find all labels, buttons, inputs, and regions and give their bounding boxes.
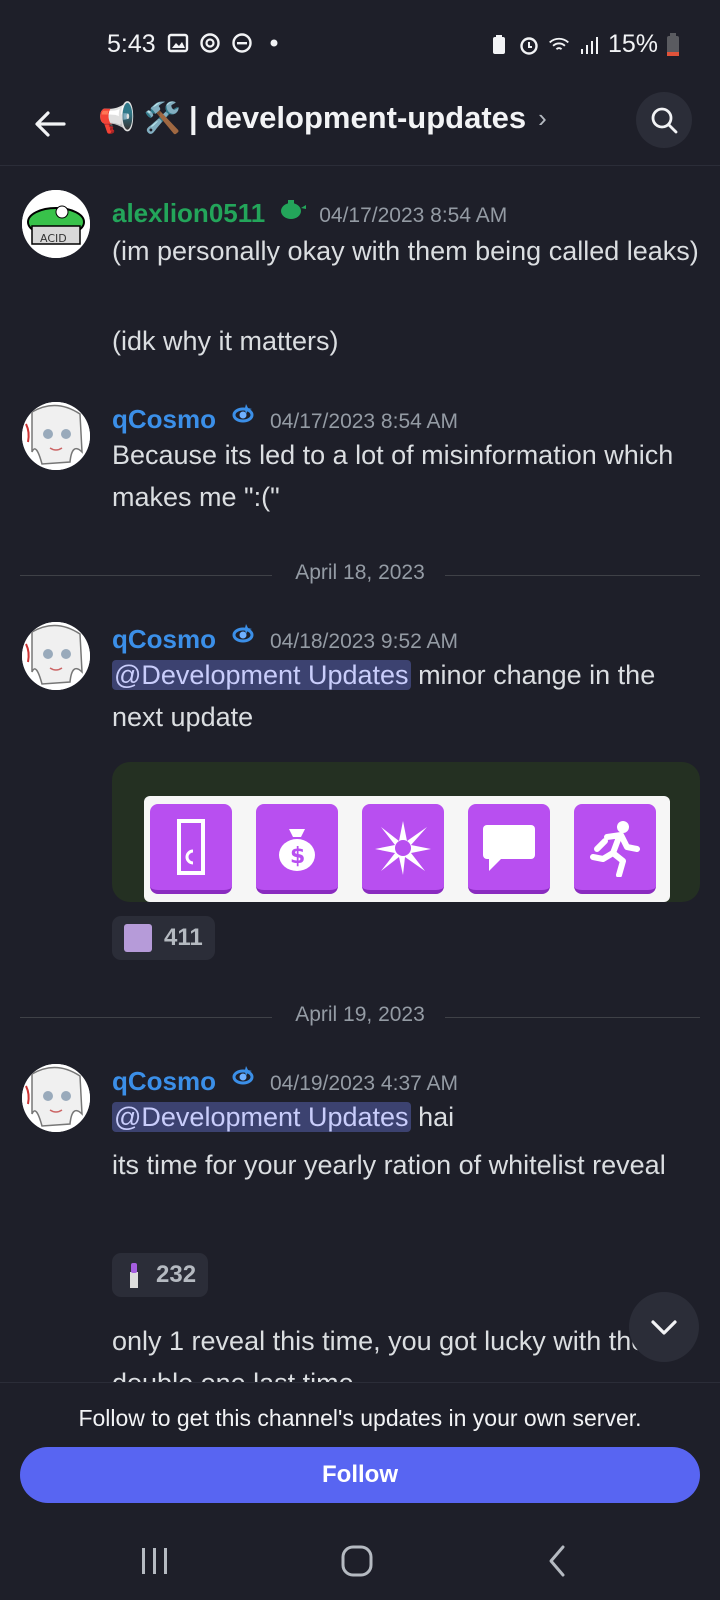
- timestamp: 04/17/2023 8:54 AM: [270, 410, 458, 433]
- wifi-icon: [549, 37, 569, 50]
- username[interactable]: qCosmo: [112, 404, 216, 435]
- search-icon: [651, 107, 678, 134]
- back-arrow-icon[interactable]: [28, 102, 72, 146]
- channel-header: 📢 🛠️ | development-updates ›: [0, 86, 720, 166]
- reaction-count: 232: [156, 1261, 197, 1288]
- follow-panel: Follow to get this channel's updates in …: [0, 1382, 720, 1600]
- channel-title[interactable]: 📢 🛠️ | development-updates ›: [98, 100, 547, 136]
- jump-to-bottom-button[interactable]: [629, 1292, 699, 1362]
- lipstick-emoji-icon: [130, 1263, 138, 1288]
- image-attachment[interactable]: $: [112, 762, 700, 902]
- channel-separator: |: [189, 100, 198, 135]
- message-text: (im personally okay with them being call…: [112, 236, 699, 266]
- timestamp: 04/19/2023 4:37 AM: [270, 1072, 458, 1095]
- username[interactable]: qCosmo: [112, 1066, 216, 1097]
- money-bag-icon: $: [256, 804, 338, 894]
- date-divider-label: April 19, 2023: [295, 1003, 425, 1026]
- avatar[interactable]: [22, 402, 90, 470]
- username[interactable]: qCosmo: [112, 624, 216, 655]
- channel-emoji: 📢 🛠️: [98, 101, 182, 135]
- battery-percent: 15%: [607, 30, 658, 58]
- battery-saver-icon: [492, 34, 505, 54]
- avatar[interactable]: [22, 622, 90, 690]
- chevron-right-icon: ›: [538, 102, 547, 133]
- username[interactable]: alexlion0511: [112, 198, 265, 229]
- cell-signal-icon: [580, 36, 598, 54]
- purple-square-emoji-icon: [124, 924, 152, 952]
- burst-icon: [362, 804, 444, 894]
- teapot-badge-icon: [281, 200, 307, 219]
- reaction-button[interactable]: 232: [112, 1253, 209, 1297]
- role-mention[interactable]: @Development Updates: [112, 660, 411, 690]
- battery-icon: [667, 32, 679, 56]
- status-bar: 5:43 15%: [0, 0, 720, 86]
- ui-preview: $: [144, 796, 670, 902]
- message-text: only 1 reveal this time, you got lucky w…: [112, 1326, 647, 1382]
- galaxy-badge-icon: [232, 1066, 254, 1085]
- dot-icon: [270, 39, 278, 47]
- search-button[interactable]: [636, 92, 692, 148]
- status-time: 5:43: [107, 30, 156, 58]
- message-text: (idk why it matters): [112, 326, 339, 356]
- message-text: @Development Updates minor change in the…: [112, 654, 702, 738]
- system-back-icon: [549, 1545, 565, 1577]
- dnd-icon: [232, 33, 252, 53]
- reaction-count: 411: [164, 924, 203, 951]
- message-text: @Development Updates hai: [112, 1096, 702, 1138]
- date-divider-label: April 18, 2023: [295, 561, 425, 584]
- recent-apps-button[interactable]: [130, 1541, 180, 1581]
- status-notification-icons: [167, 32, 285, 54]
- follow-note: Follow to get this channel's updates in …: [78, 1405, 642, 1431]
- home-button[interactable]: [332, 1541, 382, 1581]
- system-back-button[interactable]: [532, 1541, 582, 1581]
- follow-button[interactable]: Follow: [20, 1447, 700, 1503]
- system-nav-bar: [0, 1521, 720, 1600]
- message-text: Because its led to a lot of misinformati…: [112, 440, 674, 512]
- timestamp: 04/18/2023 9:52 AM: [270, 630, 458, 653]
- chat-bubble-icon: [468, 804, 550, 894]
- signal-app-icon: [200, 33, 220, 53]
- galaxy-badge-icon: [232, 624, 254, 643]
- home-icon: [341, 1545, 373, 1577]
- date-divider: April 18, 2023: [20, 561, 700, 591]
- message-text-rest: hai: [410, 1102, 455, 1132]
- gallery-icon: [167, 33, 189, 53]
- avatar[interactable]: ACID: [22, 190, 90, 258]
- reaction-button[interactable]: 411: [112, 916, 215, 960]
- galaxy-badge-icon: [232, 404, 254, 423]
- chevron-down-icon: [651, 1320, 677, 1335]
- date-divider: April 19, 2023: [20, 1003, 700, 1033]
- channel-name: development-updates: [205, 100, 527, 135]
- message-text: its time for your yearly ration of white…: [112, 1150, 666, 1180]
- alarm-icon: [520, 36, 538, 55]
- timestamp: 04/17/2023 8:54 AM: [319, 204, 508, 227]
- running-person-icon: [574, 804, 656, 894]
- role-mention[interactable]: @Development Updates: [112, 1102, 411, 1132]
- inventory-icon: [150, 804, 232, 894]
- svg-text:ACID: ACID: [40, 232, 67, 245]
- svg-text:$: $: [290, 844, 305, 869]
- recent-apps-icon: [142, 1548, 167, 1574]
- avatar[interactable]: [22, 1064, 90, 1132]
- status-right-icons: 15%: [488, 30, 680, 59]
